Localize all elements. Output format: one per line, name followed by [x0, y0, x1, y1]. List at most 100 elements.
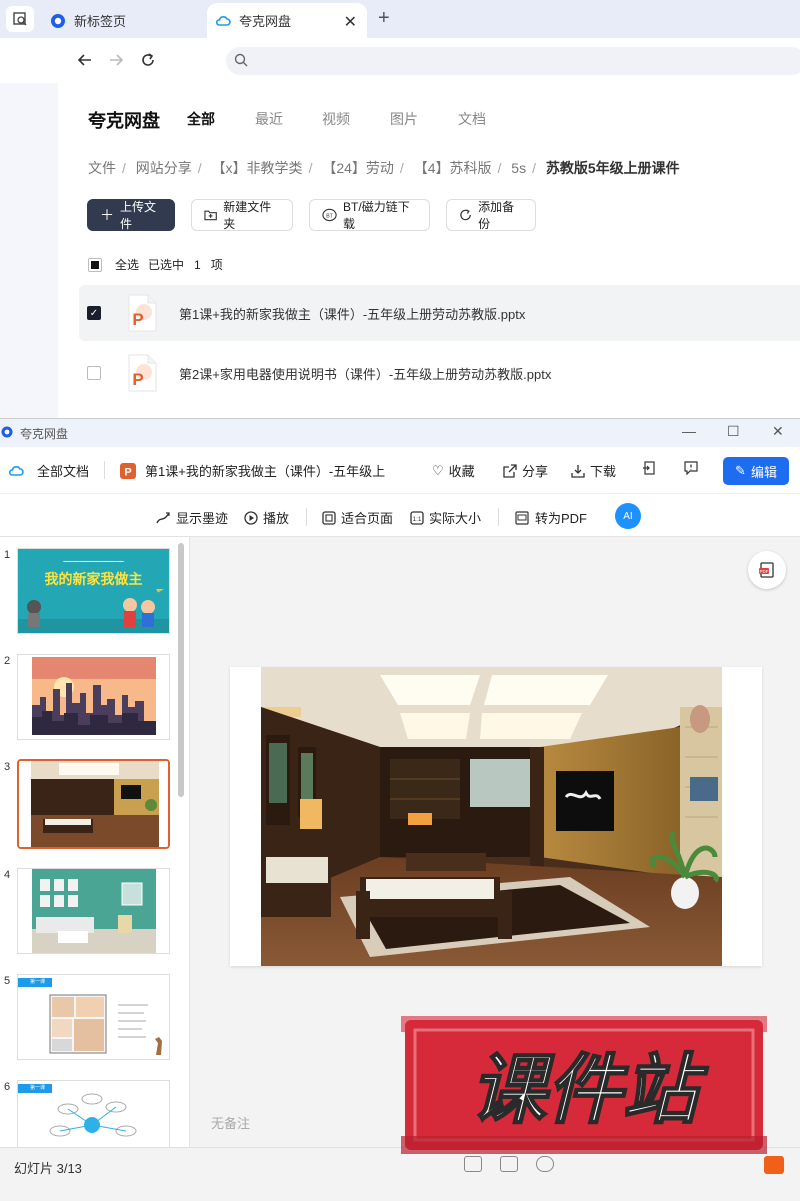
- plus-icon: ＋: [100, 207, 114, 223]
- slide-thumbnail[interactable]: ━━━━━━━━━━━━━━━━━━━━ 我的新家我做主: [17, 548, 170, 634]
- thumb-number: 2: [4, 655, 11, 667]
- select-all-checkbox[interactable]: [88, 257, 102, 272]
- city-skyline-image: [32, 657, 156, 735]
- breadcrumb-item[interactable]: 5s: [511, 160, 526, 176]
- actual-size-icon: 1:1: [410, 510, 424, 525]
- svg-text:BT: BT: [326, 213, 333, 219]
- slide-thumbnail[interactable]: [17, 868, 170, 954]
- cloud-icon: [8, 465, 24, 476]
- select-all-label[interactable]: 全选: [115, 256, 139, 273]
- ai-button[interactable]: AI: [615, 503, 641, 529]
- thumb-number: 5: [4, 975, 11, 987]
- viewer-title: 夸克网盘: [20, 427, 69, 441]
- new-folder-button[interactable]: 新建文件夹: [191, 199, 293, 231]
- fit-page-button[interactable]: 适合页面: [322, 508, 393, 527]
- bt-download-button[interactable]: BT BT/磁力链下载: [309, 199, 430, 231]
- floor-plan-image: [49, 994, 162, 1055]
- address-bar[interactable]: [226, 47, 800, 75]
- folder-plus-icon: [204, 210, 217, 221]
- open-external-icon[interactable]: [642, 461, 656, 475]
- tab-label: 夸克网盘: [239, 14, 292, 29]
- actual-size-button[interactable]: 1:1 实际大小: [410, 508, 481, 527]
- tab-quark-drive[interactable]: 夸克网盘 ✕: [207, 3, 367, 38]
- slide-thumbnail[interactable]: 第一课: [17, 1080, 170, 1147]
- breadcrumb-item[interactable]: 文件: [88, 160, 116, 176]
- slideshow-icon[interactable]: [764, 1156, 784, 1174]
- divider: [306, 508, 307, 526]
- edit-button[interactable]: ✎ 编辑: [723, 457, 789, 485]
- living-room-photo: [261, 667, 722, 966]
- pdf-export-icon[interactable]: PDF: [748, 551, 786, 589]
- close-icon[interactable]: ✕: [344, 12, 357, 32]
- normal-view-icon[interactable]: [464, 1156, 482, 1172]
- upload-button[interactable]: ＋上传文件: [87, 199, 175, 231]
- breadcrumb-current: 苏教版5年级上册课件: [545, 160, 680, 176]
- divider: [104, 461, 105, 479]
- grid-view-icon[interactable]: [500, 1156, 518, 1172]
- tab-all[interactable]: 全部: [187, 109, 215, 129]
- selected-unit: 项: [210, 258, 223, 272]
- share-button[interactable]: 分享: [503, 461, 548, 480]
- reading-view-icon[interactable]: [536, 1156, 554, 1172]
- brand-title: 夸克网盘: [88, 111, 160, 131]
- play-icon: [244, 510, 258, 525]
- tab-docs[interactable]: 文档: [458, 109, 486, 129]
- search-icon: [234, 53, 248, 67]
- notes-text: 无备注: [211, 1116, 251, 1131]
- slide-thumbnail[interactable]: [17, 654, 170, 740]
- back-icon[interactable]: [75, 50, 95, 70]
- minimize-icon[interactable]: —: [682, 423, 696, 439]
- file-checkbox[interactable]: [87, 366, 101, 380]
- new-tab-icon[interactable]: +: [378, 7, 390, 30]
- breadcrumb-item[interactable]: 网站分享: [136, 160, 192, 176]
- slide-thumbnail[interactable]: 第一课: [17, 974, 170, 1060]
- drive-page: 夸克网盘 全部 最近 视频 图片 文档 文件 / 网站分享 / 【x】非教学类 / 【…: [58, 83, 800, 418]
- svg-text:PDF: PDF: [760, 569, 769, 574]
- slide-thumbnail-current[interactable]: [17, 759, 170, 849]
- all-docs-button[interactable]: 全部文档: [8, 461, 89, 480]
- tab-search-icon[interactable]: [6, 6, 34, 32]
- download-icon: [571, 464, 585, 478]
- reload-icon[interactable]: [138, 50, 158, 70]
- teal-room-image: [32, 869, 156, 953]
- tab-label: 新标签页: [74, 14, 127, 29]
- living-room-image: [19, 761, 168, 847]
- file-row[interactable]: ✓ P 第1课+我的新家我做主（课件）-五年级上册劳动苏教版.pptx: [79, 285, 800, 341]
- thumb-number: 6: [4, 1081, 11, 1093]
- breadcrumb-item[interactable]: 【4】苏科版: [414, 160, 492, 176]
- show-ink-button[interactable]: 显示墨迹: [155, 508, 228, 527]
- tab-recent[interactable]: 最近: [255, 109, 283, 129]
- select-row: 全选 已选中 1 项: [88, 256, 223, 273]
- viewer-toolbar: 显示墨迹 播放 适合页面 1:1 实际大小 转为PDF AI: [0, 493, 800, 537]
- svg-text:P: P: [132, 370, 143, 389]
- left-rail: [0, 83, 58, 418]
- file-name: 第2课+家用电器使用说明书（课件）-五年级上册劳动苏教版.pptx: [179, 366, 552, 382]
- file-checkbox[interactable]: ✓: [87, 306, 101, 320]
- scrollbar[interactable]: [178, 543, 184, 797]
- add-backup-button[interactable]: 添加备份: [446, 199, 536, 231]
- cartoon-kids-image: [18, 589, 169, 633]
- maximize-icon[interactable]: ☐: [727, 423, 740, 440]
- quark-icon: [51, 13, 65, 28]
- fit-icon: [322, 510, 336, 525]
- thumb-number: 3: [4, 761, 11, 773]
- collect-button[interactable]: ♡ 收藏: [432, 461, 475, 480]
- breadcrumb-item[interactable]: 【x】非教学类: [212, 160, 303, 176]
- tab-video[interactable]: 视频: [322, 109, 350, 129]
- download-button[interactable]: 下载: [571, 461, 616, 480]
- forward-icon[interactable]: [106, 50, 126, 70]
- tab-images[interactable]: 图片: [390, 109, 418, 129]
- play-button[interactable]: 播放: [244, 508, 289, 527]
- file-row[interactable]: P 第2课+家用电器使用说明书（课件）-五年级上册劳动苏教版.pptx: [79, 345, 800, 401]
- sync-icon: [460, 209, 471, 221]
- viewer-titlebar: 夸克网盘 — ☐ ✕: [0, 419, 800, 447]
- breadcrumb-item[interactable]: 【24】劳动: [322, 160, 394, 176]
- thumb-number: 4: [4, 869, 11, 881]
- svg-text:P: P: [132, 310, 143, 329]
- feedback-icon[interactable]: [684, 461, 698, 475]
- convert-pdf-button[interactable]: 转为PDF: [514, 508, 587, 527]
- tab-new-tab[interactable]: 新标签页: [40, 3, 205, 38]
- heart-icon: ♡: [432, 462, 444, 478]
- close-icon[interactable]: ✕: [772, 423, 784, 440]
- file-name: 第1课+我的新家我做主（课件）-五年级上册劳动苏教版.pptx: [179, 306, 526, 322]
